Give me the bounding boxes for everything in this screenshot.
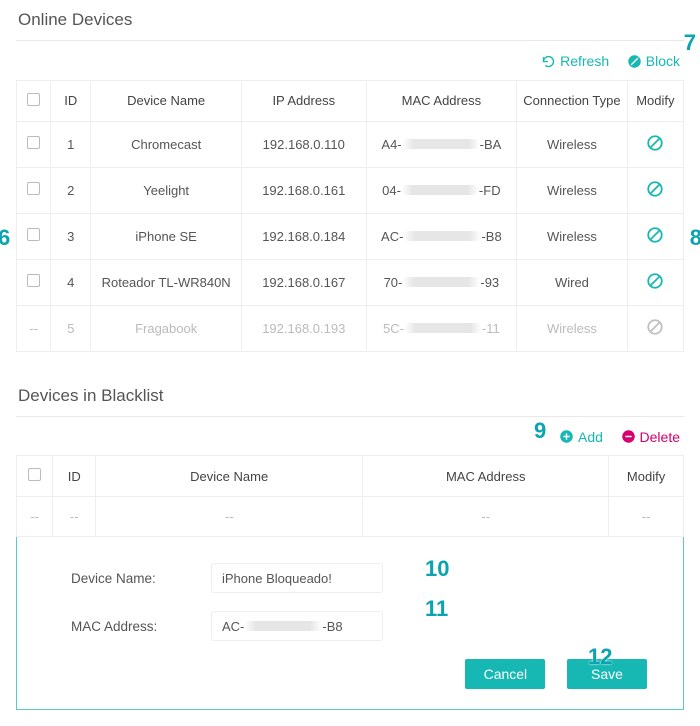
row-id: 5 xyxy=(51,305,91,351)
b-col-mac: MAC Address xyxy=(363,456,609,497)
row-name: Chromecast xyxy=(91,121,242,167)
annotation-7: 7 xyxy=(684,30,696,56)
mac-input-prefix: AC- xyxy=(222,619,244,634)
blacklist-table: ID Device Name MAC Address Modify -- -- … xyxy=(16,455,684,537)
row-ip: 192.168.0.184 xyxy=(241,213,366,259)
col-mac: MAC Address xyxy=(366,80,517,121)
block-label: Block xyxy=(646,53,680,69)
delete-button[interactable]: Delete xyxy=(621,429,680,445)
row-name: Roteador TL-WR840N xyxy=(91,259,242,305)
b-col-name: Device Name xyxy=(96,456,363,497)
mac-address-input[interactable]: AC- -B8 xyxy=(211,611,383,641)
blacklist-title: Devices in Blacklist xyxy=(16,380,684,417)
row-mac: 04--FD xyxy=(366,167,517,213)
minus-icon xyxy=(621,429,636,444)
row-conn: Wireless xyxy=(517,305,627,351)
row-ip: 192.168.0.193 xyxy=(241,305,366,351)
save-button[interactable]: Save xyxy=(567,659,647,689)
block-device-icon[interactable] xyxy=(646,134,664,152)
row-ip: 192.168.0.161 xyxy=(241,167,366,213)
row-checkbox[interactable] xyxy=(27,136,40,149)
row-mac: 5C--11 xyxy=(366,305,517,351)
col-conn: Connection Type xyxy=(517,80,627,121)
row-id: 4 xyxy=(51,259,91,305)
row-mac: AC--B8 xyxy=(366,213,517,259)
row-id: 1 xyxy=(51,121,91,167)
row-mac: 70--93 xyxy=(366,259,517,305)
row-name: Fragabook xyxy=(91,305,242,351)
refresh-label: Refresh xyxy=(560,53,609,69)
table-row: --5Fragabook192.168.0.1935C--11Wireless xyxy=(17,305,684,351)
row-conn: Wireless xyxy=(517,121,627,167)
row-ip: 192.168.0.167 xyxy=(241,259,366,305)
row-name: iPhone SE xyxy=(91,213,242,259)
col-id: ID xyxy=(51,80,91,121)
col-mod: Modify xyxy=(627,80,683,121)
table-row: 3iPhone SE192.168.0.184AC--B8Wireless xyxy=(17,213,684,259)
blacklist-select-all-checkbox[interactable] xyxy=(28,468,41,481)
row-checkbox[interactable] xyxy=(27,182,40,195)
mac-input-mask xyxy=(244,621,322,631)
row-name: Yeelight xyxy=(91,167,242,213)
block-device-icon[interactable] xyxy=(646,226,664,244)
block-device-icon[interactable] xyxy=(646,272,664,290)
row-id: 3 xyxy=(51,213,91,259)
online-devices-title: Online Devices xyxy=(16,4,684,41)
annotation-6: 6 xyxy=(0,225,10,251)
refresh-icon xyxy=(541,54,556,69)
row-conn: Wireless xyxy=(517,213,627,259)
blacklist-table-header: ID Device Name MAC Address Modify xyxy=(17,456,684,497)
blacklist-add-form: Device Name: MAC Address: AC- -B8 Cancel… xyxy=(16,537,684,710)
row-ip: 192.168.0.110 xyxy=(241,121,366,167)
block-button[interactable]: Block xyxy=(627,53,680,69)
online-table-header: ID Device Name IP Address MAC Address Co… xyxy=(17,80,684,121)
blacklist-toolbar: Add Delete xyxy=(16,423,684,456)
block-device-icon xyxy=(646,318,664,336)
table-row: 4Roteador TL-WR840N192.168.0.16770--93Wi… xyxy=(17,259,684,305)
row-id: 2 xyxy=(51,167,91,213)
delete-label: Delete xyxy=(640,429,680,445)
cancel-button[interactable]: Cancel xyxy=(465,659,545,689)
annotation-8: 8 xyxy=(690,225,700,251)
table-row: 1Chromecast192.168.0.110A4--BAWireless xyxy=(17,121,684,167)
row-conn: Wired xyxy=(517,259,627,305)
mac-address-label: MAC Address: xyxy=(71,619,211,634)
b-col-mod: Modify xyxy=(609,456,684,497)
add-button[interactable]: Add xyxy=(559,429,603,445)
device-name-input[interactable] xyxy=(211,563,383,593)
add-label: Add xyxy=(578,429,603,445)
online-devices-table: ID Device Name IP Address MAC Address Co… xyxy=(16,80,684,352)
select-all-checkbox[interactable] xyxy=(27,93,40,106)
col-name: Device Name xyxy=(91,80,242,121)
row-mac: A4--BA xyxy=(366,121,517,167)
device-name-label: Device Name: xyxy=(71,571,211,586)
plus-icon xyxy=(559,429,574,444)
refresh-button[interactable]: Refresh xyxy=(541,53,609,69)
mac-input-suffix: -B8 xyxy=(322,619,342,634)
col-ip: IP Address xyxy=(241,80,366,121)
block-device-icon[interactable] xyxy=(646,180,664,198)
b-col-id: ID xyxy=(53,456,96,497)
blacklist-empty-row: -- -- -- -- -- xyxy=(17,497,684,537)
row-checkbox[interactable] xyxy=(27,228,40,241)
block-icon xyxy=(627,54,642,69)
row-checkbox[interactable] xyxy=(27,274,40,287)
table-row: 2Yeelight192.168.0.16104--FDWireless xyxy=(17,167,684,213)
online-toolbar: Refresh Block xyxy=(16,47,684,80)
row-conn: Wireless xyxy=(517,167,627,213)
